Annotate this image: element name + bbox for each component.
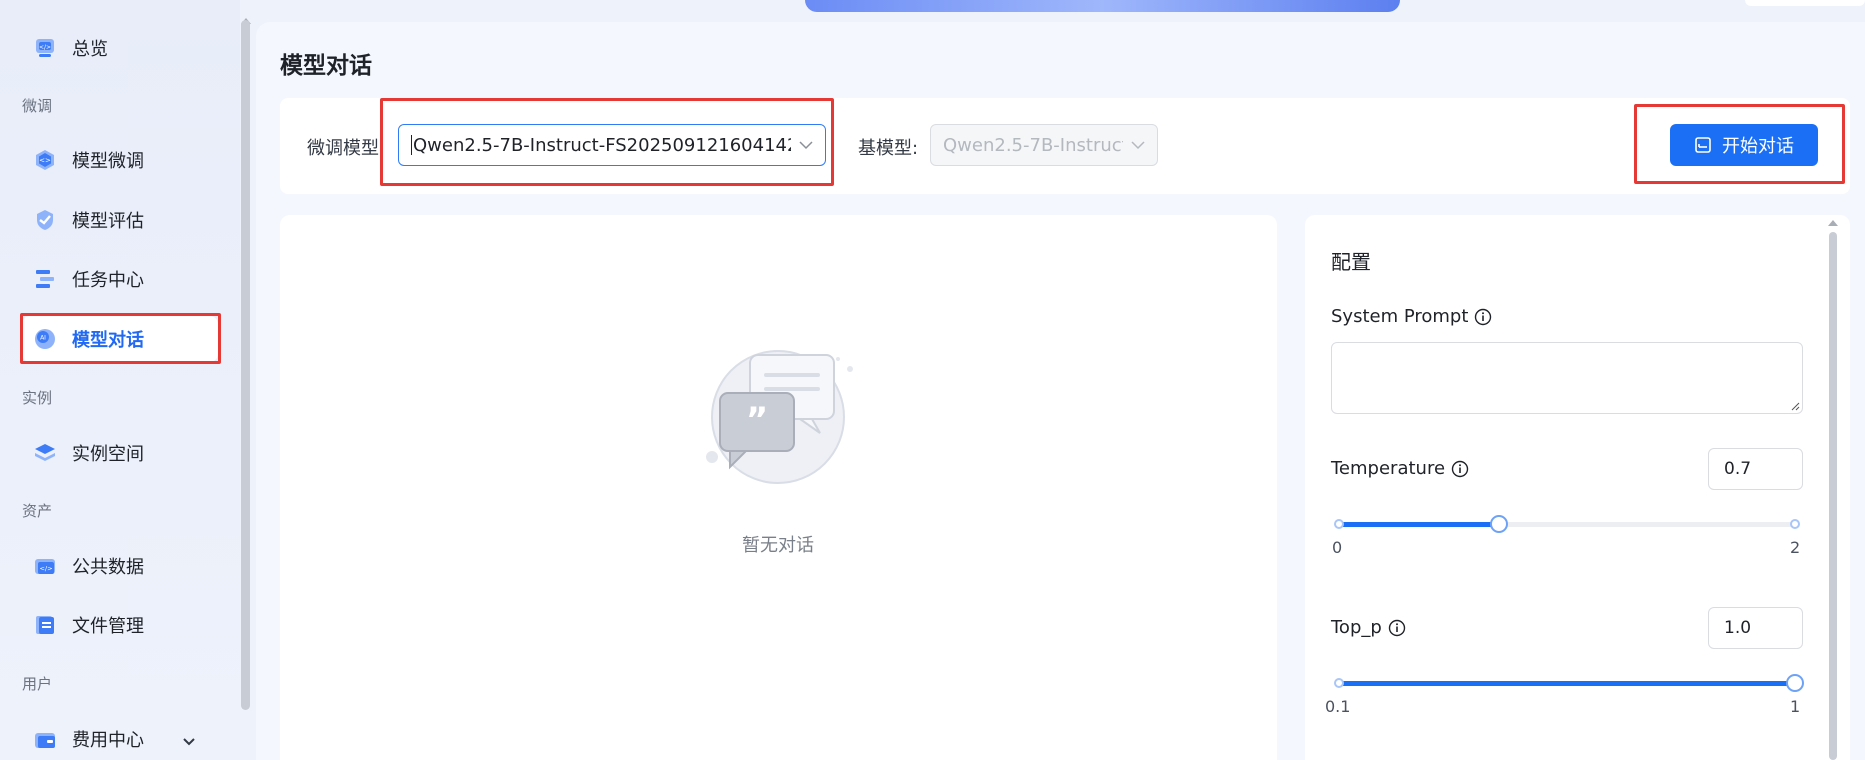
sidebar-item-label: 文件管理 [72, 616, 144, 637]
shield-check-icon [32, 207, 58, 233]
top-p-label: Top_p [1331, 617, 1382, 638]
chevron-down-icon [1131, 141, 1145, 150]
svg-text:”: ” [746, 400, 768, 440]
system-prompt-label: System Prompt [1331, 306, 1469, 327]
chevron-down-icon[interactable] [182, 732, 196, 751]
sidebar-item-label: 任务中心 [72, 270, 144, 291]
sidebar-scrollbar[interactable] [241, 20, 250, 710]
sidebar-item-model-finetune[interactable]: <> 模型微调 [22, 137, 218, 183]
temperature-min-tick: 0 [1332, 538, 1343, 557]
finetune-model-value: Qwen2.5-7B-Instruct-FS20250912160414286 [413, 134, 791, 156]
sidebar-item-model-eval[interactable]: 模型评估 [22, 197, 218, 243]
svg-text:</>: </> [39, 565, 52, 573]
svg-text:AI: AI [40, 335, 46, 342]
svg-text:</>: </> [39, 44, 51, 51]
finetune-icon: <> [32, 147, 58, 173]
temperature-value: 0.7 [1724, 459, 1752, 479]
temperature-slider-fill [1339, 522, 1499, 527]
sidebar-item-task-center[interactable]: 任务中心 [22, 256, 218, 302]
finetune-model-select[interactable]: Qwen2.5-7B-Instruct-FS20250912160414286 [398, 124, 826, 166]
text-caret [411, 135, 412, 155]
base-model-select: Qwen2.5-7B-Instruct [930, 124, 1158, 166]
info-icon[interactable] [1451, 460, 1469, 478]
top-p-slider-fill [1339, 681, 1795, 686]
empty-chat-text: 暂无对话 [742, 535, 814, 556]
top-banner-strip [805, 0, 1400, 12]
temperature-label: Temperature [1331, 458, 1446, 479]
chevron-down-icon [799, 141, 813, 150]
top-p-slider-handle[interactable] [1786, 674, 1804, 692]
sidebar-item-model-chat[interactable]: AI 模型对话 [22, 316, 218, 362]
slider-start-dot [1334, 678, 1344, 688]
system-prompt-label-row: System Prompt [1331, 306, 1492, 327]
start-chat-button[interactable]: 开始对话 [1670, 124, 1818, 166]
sidebar-group-instance: 实例 [22, 389, 53, 407]
temperature-input[interactable]: 0.7 [1708, 448, 1803, 490]
sidebar-item-billing[interactable]: 费用中心 [22, 716, 218, 760]
sidebar-item-label: 模型评估 [72, 211, 144, 232]
top-p-value: 1.0 [1724, 618, 1752, 638]
config-title: 配置 [1331, 250, 1371, 274]
document-icon [32, 612, 58, 638]
overview-icon: </> [32, 35, 58, 61]
sidebar-item-instance-space[interactable]: 实例空间 [22, 430, 218, 476]
sidebar-item-label: 模型微调 [72, 151, 144, 172]
svg-text:<>: <> [39, 157, 51, 165]
system-prompt-textarea[interactable] [1331, 342, 1803, 414]
info-icon[interactable] [1474, 308, 1492, 326]
config-scroll-up[interactable] [1828, 220, 1838, 226]
empty-chat-illustration: ” [706, 350, 853, 484]
sidebar-item-label: 总览 [72, 39, 108, 60]
temperature-label-row: Temperature [1331, 458, 1469, 479]
sidebar-group-finetune: 微调 [22, 97, 53, 115]
finetune-model-label: 微调模型: [307, 138, 386, 159]
sidebar-group-user: 用户 [22, 675, 53, 693]
top-right-fragment [1745, 0, 1865, 6]
sidebar-item-label: 费用中心 [72, 730, 144, 751]
chat-box-icon [1695, 137, 1711, 153]
resize-grip-icon[interactable] [1790, 401, 1800, 411]
top-p-label-row: Top_p [1331, 617, 1406, 638]
base-model-value: Qwen2.5-7B-Instruct [943, 134, 1123, 156]
info-icon[interactable] [1388, 619, 1406, 637]
top-p-input[interactable]: 1.0 [1708, 607, 1803, 649]
slider-start-dot [1334, 519, 1344, 529]
sidebar-item-file-mgmt[interactable]: 文件管理 [22, 602, 218, 648]
top-p-slider[interactable] [1334, 674, 1804, 692]
layers-icon [32, 440, 58, 466]
temperature-max-tick: 2 [1790, 538, 1801, 557]
temperature-slider-handle[interactable] [1489, 515, 1508, 533]
temperature-slider[interactable] [1334, 515, 1800, 533]
code-folder-icon: </> [32, 553, 58, 579]
sidebar-item-public-data[interactable]: </> 公共数据 [22, 543, 218, 589]
config-scrollbar[interactable] [1829, 232, 1837, 760]
slider-end-dot [1790, 519, 1800, 529]
sidebar-item-label: 公共数据 [72, 557, 144, 578]
base-model-label: 基模型: [858, 138, 919, 159]
sidebar-group-assets: 资产 [22, 502, 53, 520]
ai-chat-icon: AI [32, 326, 58, 352]
wallet-icon [32, 726, 58, 752]
top-p-max-tick: 1 [1790, 697, 1801, 716]
sidebar-item-overview[interactable]: </> 总览 [22, 25, 218, 71]
task-list-icon [32, 266, 58, 292]
chat-panel [280, 215, 1277, 760]
sidebar-item-label: 实例空间 [72, 444, 144, 465]
start-chat-label: 开始对话 [1722, 136, 1794, 157]
sidebar-item-label: 模型对话 [72, 330, 144, 351]
page-title: 模型对话 [280, 53, 372, 79]
top-p-min-tick: 0.1 [1325, 697, 1351, 716]
